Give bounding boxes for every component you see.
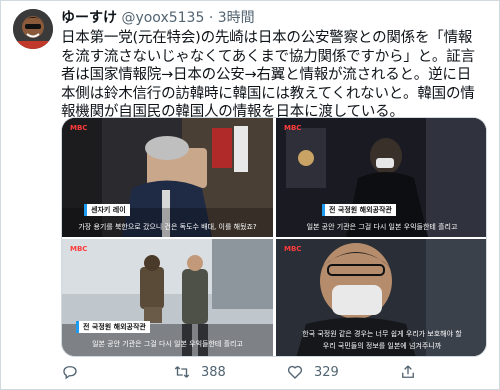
tweet-card[interactable]: ゆーすけ @yoox5135 · 3時間 日本第一党(元在特会)の先崎は日本の公… (0, 0, 500, 390)
image-4-scene (276, 239, 486, 356)
broadcaster-logo: MBC (284, 124, 302, 132)
retweet-button[interactable]: 388 (173, 363, 226, 381)
reply-button[interactable] (61, 363, 89, 381)
timestamp[interactable]: 3時間 (218, 10, 255, 26)
separator-dot: · (208, 10, 214, 26)
subtitle-caption: 일본 공안 기관은 그걸 다시 일본 우익들한테 흘리고 (92, 340, 243, 348)
heart-icon (287, 365, 303, 379)
image-2-scene (276, 118, 486, 237)
reply-icon (63, 366, 77, 380)
media-grid: MBC 센자키 레이 가장 용기를 북한으로 갔으니 건은 독도수 배대, 이를… (61, 117, 487, 357)
share-icon (402, 365, 414, 378)
display-name[interactable]: ゆーすけ (61, 10, 117, 26)
tweet-header: ゆーすけ @yoox5135 · 3時間 (61, 9, 255, 27)
subtitle-caption: 가장 용기를 북한으로 갔으니 건은 독도수 배대, 이를 해뒀죠? (78, 223, 257, 231)
speaker-name-tag: 전 국정원 해외공작관 (76, 321, 150, 333)
like-button[interactable]: 329 (286, 363, 339, 381)
media-image-4[interactable]: MBC 한국 국정원 같은 경우는 너무 쉽게 우리가 보호해야 할 우리 국민… (276, 239, 486, 356)
broadcaster-logo: MBC (70, 245, 88, 253)
broadcaster-logo: MBC (70, 124, 88, 132)
avatar-image (13, 9, 53, 49)
share-button[interactable] (399, 363, 417, 381)
media-image-3[interactable]: MBC 전 국정원 해외공작관 일본 공안 기관은 그걸 다시 일본 우익들한테… (62, 239, 273, 356)
speaker-name-tag: 센자키 레이 (84, 204, 130, 216)
subtitle-caption: 일본 공안 기관은 그걸 다시 일본 우익들한테 흘리고 (306, 223, 458, 231)
media-image-1[interactable]: MBC 센자키 레이 가장 용기를 북한으로 갔으니 건은 독도수 배대, 이를… (62, 118, 273, 237)
tweet-actions: 388 329 (61, 361, 481, 383)
retweet-count: 388 (201, 364, 226, 380)
tweet-text: 日本第一党(元在特会)の先崎は日本の公安警察との関係を「情報を流す流さないじゃな… (61, 30, 475, 120)
media-image-2[interactable]: MBC 전 국정원 해외공작관 일본 공안 기관은 그걸 다시 일본 우익들한테… (276, 118, 486, 237)
avatar[interactable] (13, 9, 53, 49)
image-1-scene (62, 118, 273, 237)
subtitle-caption-line1: 한국 국정원 같은 경우는 너무 쉽게 우리가 보호해야 할 (302, 330, 462, 338)
user-handle[interactable]: @yoox5135 (121, 10, 204, 26)
speaker-name-tag: 전 국정원 해외공작관 (322, 204, 396, 216)
retweet-icon (174, 366, 190, 378)
broadcaster-logo: MBC (284, 245, 302, 253)
subtitle-caption-line2: 우리 국민들의 정보를 일본에 넘겨주니까 (322, 342, 442, 350)
like-count: 329 (314, 364, 339, 380)
